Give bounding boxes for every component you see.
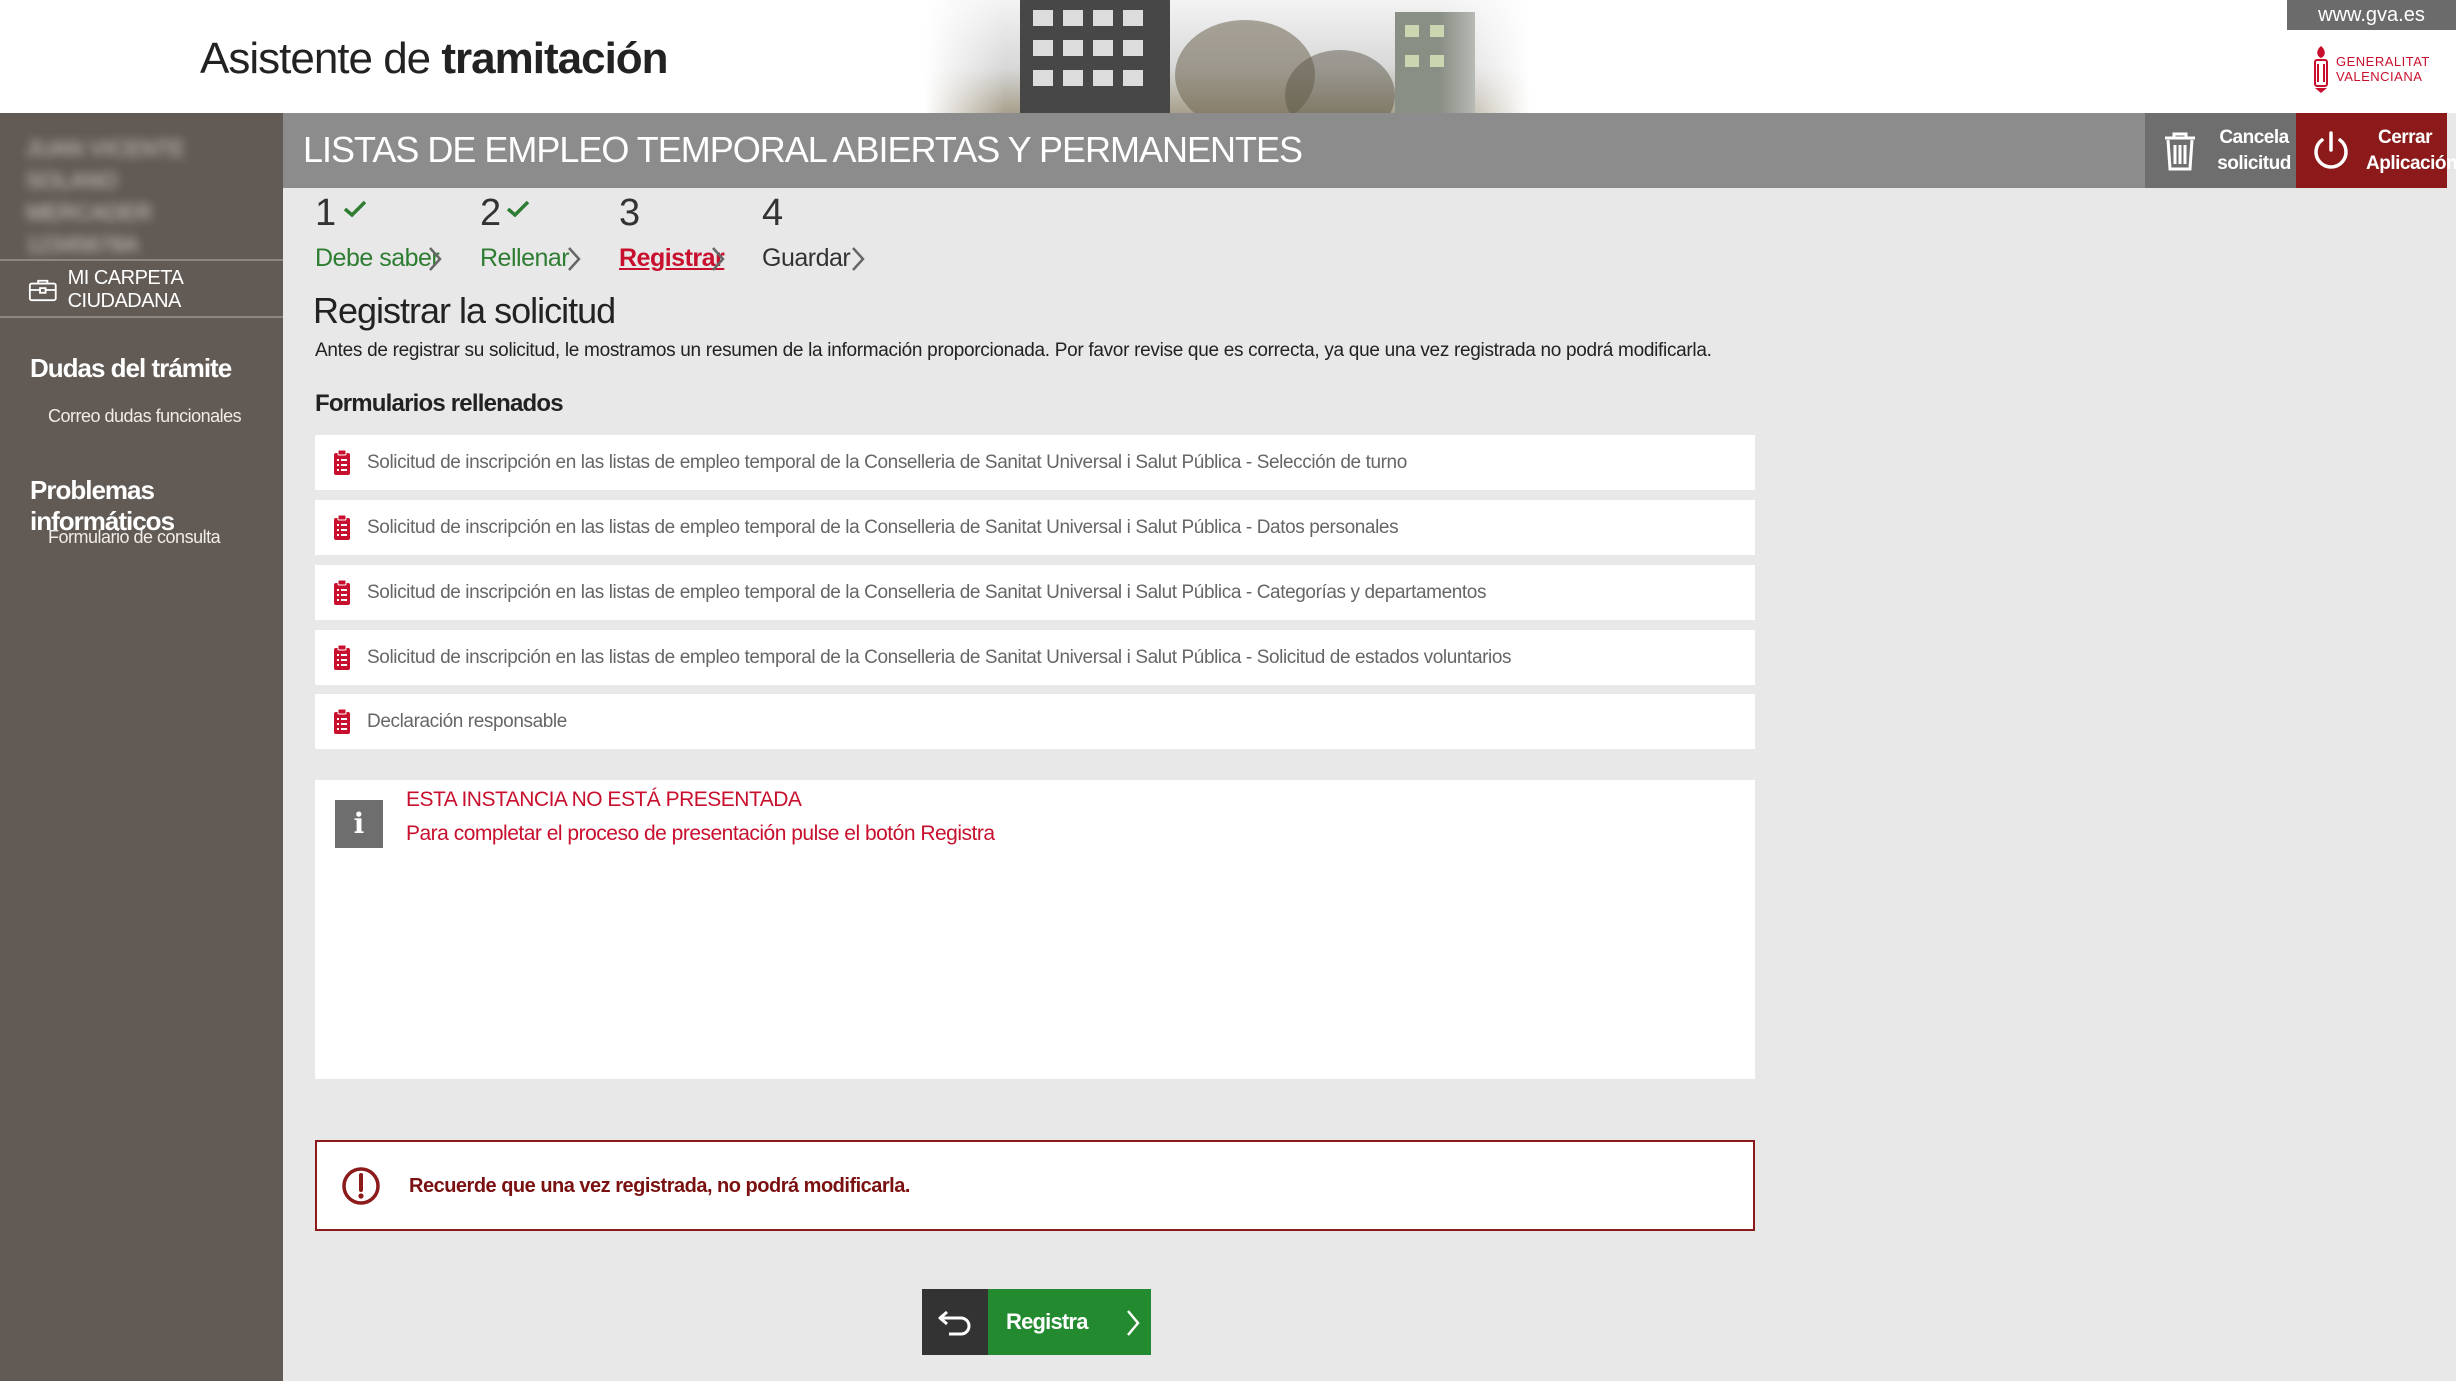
generalitat-valenciana-logo[interactable]: GENERALITAT VALENCIANA bbox=[2312, 44, 2442, 94]
sidebar: JUAN VICENTE SOLANO MERCADER 12345678A M… bbox=[0, 113, 283, 1381]
clipboard-list-icon bbox=[334, 708, 350, 734]
mi-carpeta-ciudadana-link[interactable]: MI CARPETA CIUDADANA bbox=[0, 263, 283, 317]
form-item-label: Declaración responsable bbox=[367, 710, 567, 732]
step-label: Guardar bbox=[762, 244, 851, 272]
return-arrow-icon bbox=[938, 1310, 971, 1336]
briefcase-icon bbox=[28, 279, 57, 302]
step-number: 3 bbox=[619, 192, 641, 234]
carpeta-label: MI CARPETA CIUDADANA bbox=[67, 267, 183, 312]
form-item-label: Solicitud de inscripción en las listas d… bbox=[367, 581, 1487, 603]
step-label: Registrar bbox=[619, 244, 725, 272]
step-label: Rellenar bbox=[480, 244, 570, 272]
gva-website-link[interactable]: www.gva.es bbox=[2287, 0, 2456, 30]
intro-text: Antes de registrar su solicitud, le most… bbox=[315, 340, 1712, 361]
back-button[interactable] bbox=[922, 1289, 988, 1355]
close-label-line2: Aplicación bbox=[2366, 153, 2456, 174]
procedure-title: LISTAS DE EMPLEO TEMPORAL ABIERTAS Y PER… bbox=[303, 129, 1303, 170]
close-label-line1: Cerrar bbox=[2377, 127, 2433, 148]
gva-emblem-icon bbox=[2314, 46, 2328, 93]
header: Asistente de tramitación www.gva.es GENE… bbox=[0, 0, 2456, 113]
info-icon: i bbox=[335, 800, 383, 848]
clipboard-list-icon bbox=[334, 579, 350, 605]
forms-heading: Formularios rellenados bbox=[315, 390, 564, 417]
instance-status-title: ESTA INSTANCIA NO ESTÁ PRESENTADA bbox=[406, 788, 802, 811]
page-title: Registrar la solicitud bbox=[313, 290, 616, 331]
form-item-estados-voluntarios[interactable]: Solicitud de inscripción en las listas d… bbox=[315, 630, 1755, 685]
form-item-seleccion-turno[interactable]: Solicitud de inscripción en las listas d… bbox=[315, 435, 1755, 490]
chevron-right-icon bbox=[568, 247, 581, 271]
form-item-declaracion-responsable[interactable]: Declaración responsable bbox=[315, 694, 1755, 749]
cancel-label-line2: solicitud bbox=[2217, 153, 2291, 174]
user-name-blurred: JUAN VICENTE SOLANO MERCADER 12345678A bbox=[26, 136, 185, 257]
step-number: 2 bbox=[480, 192, 502, 234]
instance-status-box: i ESTA INSTANCIA NO ESTÁ PRESENTADA Para… bbox=[315, 780, 1755, 1079]
warning-text: Recuerde que una vez registrada, no podr… bbox=[409, 1175, 910, 1197]
chevron-right-icon bbox=[712, 247, 725, 271]
chevron-right-icon bbox=[429, 247, 442, 271]
register-label: Registra bbox=[1006, 1309, 1088, 1334]
sidebar-link-formulario-consulta[interactable]: Formulario de consulta bbox=[48, 527, 221, 548]
form-item-label: Solicitud de inscripción en las listas d… bbox=[367, 451, 1407, 473]
chevron-right-icon bbox=[1127, 1310, 1140, 1336]
app-title-prefix: Asistente de bbox=[200, 34, 431, 83]
form-item-label: Solicitud de inscripción en las listas d… bbox=[367, 646, 1512, 668]
app-title: Asistente de tramitación bbox=[200, 34, 669, 84]
sidebar-divider bbox=[0, 316, 283, 318]
exclamation-circle-icon bbox=[342, 1167, 380, 1205]
app-title-bold: tramitación bbox=[441, 34, 668, 83]
close-application-button[interactable]: Cerrar Aplicación bbox=[2296, 113, 2456, 188]
procedure-title-bar: LISTAS DE EMPLEO TEMPORAL ABIERTAS Y PER… bbox=[283, 113, 2145, 188]
checkmark-icon bbox=[343, 200, 367, 218]
sidebar-heading-dudas: Dudas del trámite bbox=[30, 353, 232, 383]
checkmark-icon bbox=[506, 200, 530, 218]
form-item-label: Solicitud de inscripción en las listas d… bbox=[367, 516, 1399, 538]
sidebar-link-correo-dudas[interactable]: Correo dudas funcionales bbox=[48, 406, 242, 427]
instance-status-message: Para completar el proceso de presentació… bbox=[406, 822, 995, 845]
trash-icon bbox=[2165, 132, 2195, 171]
warning-box: Recuerde que una vez registrada, no podr… bbox=[315, 1140, 1755, 1231]
logo-text-line2: VALENCIANA bbox=[2336, 69, 2423, 84]
clipboard-list-icon bbox=[334, 449, 350, 475]
register-button[interactable]: Registra bbox=[922, 1289, 1151, 1355]
power-icon bbox=[2314, 131, 2348, 169]
cancel-request-button[interactable]: Cancela solicitud bbox=[2145, 113, 2296, 188]
step-number: 1 bbox=[315, 192, 337, 234]
sidebar-divider bbox=[0, 259, 283, 261]
clipboard-list-icon bbox=[334, 514, 350, 540]
form-item-categorias-departamentos[interactable]: Solicitud de inscripción en las listas d… bbox=[315, 565, 1755, 620]
form-item-datos-personales[interactable]: Solicitud de inscripción en las listas d… bbox=[315, 500, 1755, 555]
header-banner-image bbox=[925, 0, 1530, 113]
clipboard-list-icon bbox=[334, 644, 350, 670]
logo-text-line1: GENERALITAT bbox=[2336, 54, 2430, 69]
cancel-label-line1: Cancela bbox=[2219, 127, 2289, 148]
step-number: 4 bbox=[762, 192, 784, 234]
chevron-right-icon bbox=[852, 247, 865, 271]
step-label: Debe saber bbox=[315, 244, 440, 272]
